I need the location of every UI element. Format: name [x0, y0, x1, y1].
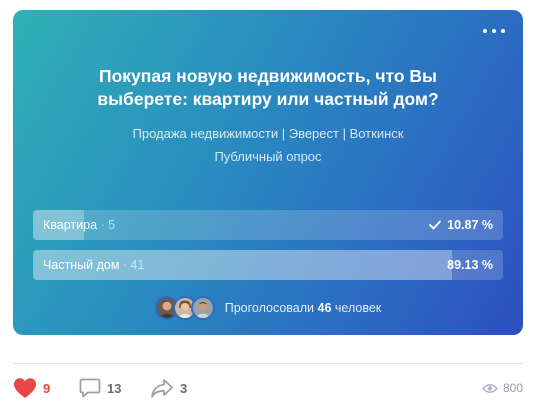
share-icon [151, 379, 173, 398]
poll-option-percent: 10.87 % [429, 210, 493, 240]
views-count: 800 [502, 381, 523, 395]
voters-count: 46 [317, 301, 332, 315]
poll-option-house[interactable]: Частный дом · 41 89.13 % [33, 250, 503, 280]
share-button[interactable]: 3 [150, 377, 187, 399]
voter-avatars [154, 296, 215, 320]
option-percent-text: 10.87 % [447, 218, 493, 232]
dot [501, 29, 505, 33]
poll-source[interactable]: Продажа недвижимости | Эверест | Воткинс… [33, 126, 503, 142]
voters-text: Проголосовали 46 человек [225, 301, 382, 315]
dot [483, 29, 487, 33]
like-button[interactable]: 9 [13, 377, 50, 399]
voters-prefix: Проголосовали [224, 301, 315, 315]
like-count: 9 [43, 380, 51, 396]
poll-option-percent: 89.13 % [447, 250, 493, 280]
eye-icon [482, 383, 498, 393]
poll-option-label: Квартира · 5 [43, 210, 115, 240]
check-icon [429, 220, 442, 230]
option-label-text: Квартира [43, 218, 98, 232]
comment-button[interactable]: 13 [79, 377, 121, 399]
voters-suffix: человек [334, 301, 382, 315]
poll-option-label: Частный дом · 41 [43, 250, 144, 280]
heart-icon [14, 378, 36, 398]
poll-option-apartment[interactable]: Квартира · 5 10.87 % [33, 210, 503, 240]
poll-card: Покупая новую недвижимость, что Вы выбер… [13, 10, 523, 335]
views-counter: 800 [482, 377, 523, 399]
poll-title: Покупая новую недвижимость, что Вы выбер… [97, 66, 439, 109]
divider [13, 363, 523, 364]
share-count: 3 [180, 380, 188, 396]
comment-count: 13 [107, 380, 122, 396]
dot [492, 29, 496, 33]
voters-summary[interactable]: Проголосовали 46 человек [13, 296, 523, 320]
option-percent-text: 89.13 % [447, 258, 493, 272]
option-vote-count: · 5 [97, 218, 116, 232]
poll-type: Публичный опрос [214, 149, 322, 164]
comment-icon [79, 378, 101, 398]
more-options-icon[interactable] [483, 22, 505, 40]
option-label-text: Частный дом [43, 258, 120, 272]
option-vote-count: · 41 [119, 258, 145, 272]
avatar [190, 296, 215, 320]
